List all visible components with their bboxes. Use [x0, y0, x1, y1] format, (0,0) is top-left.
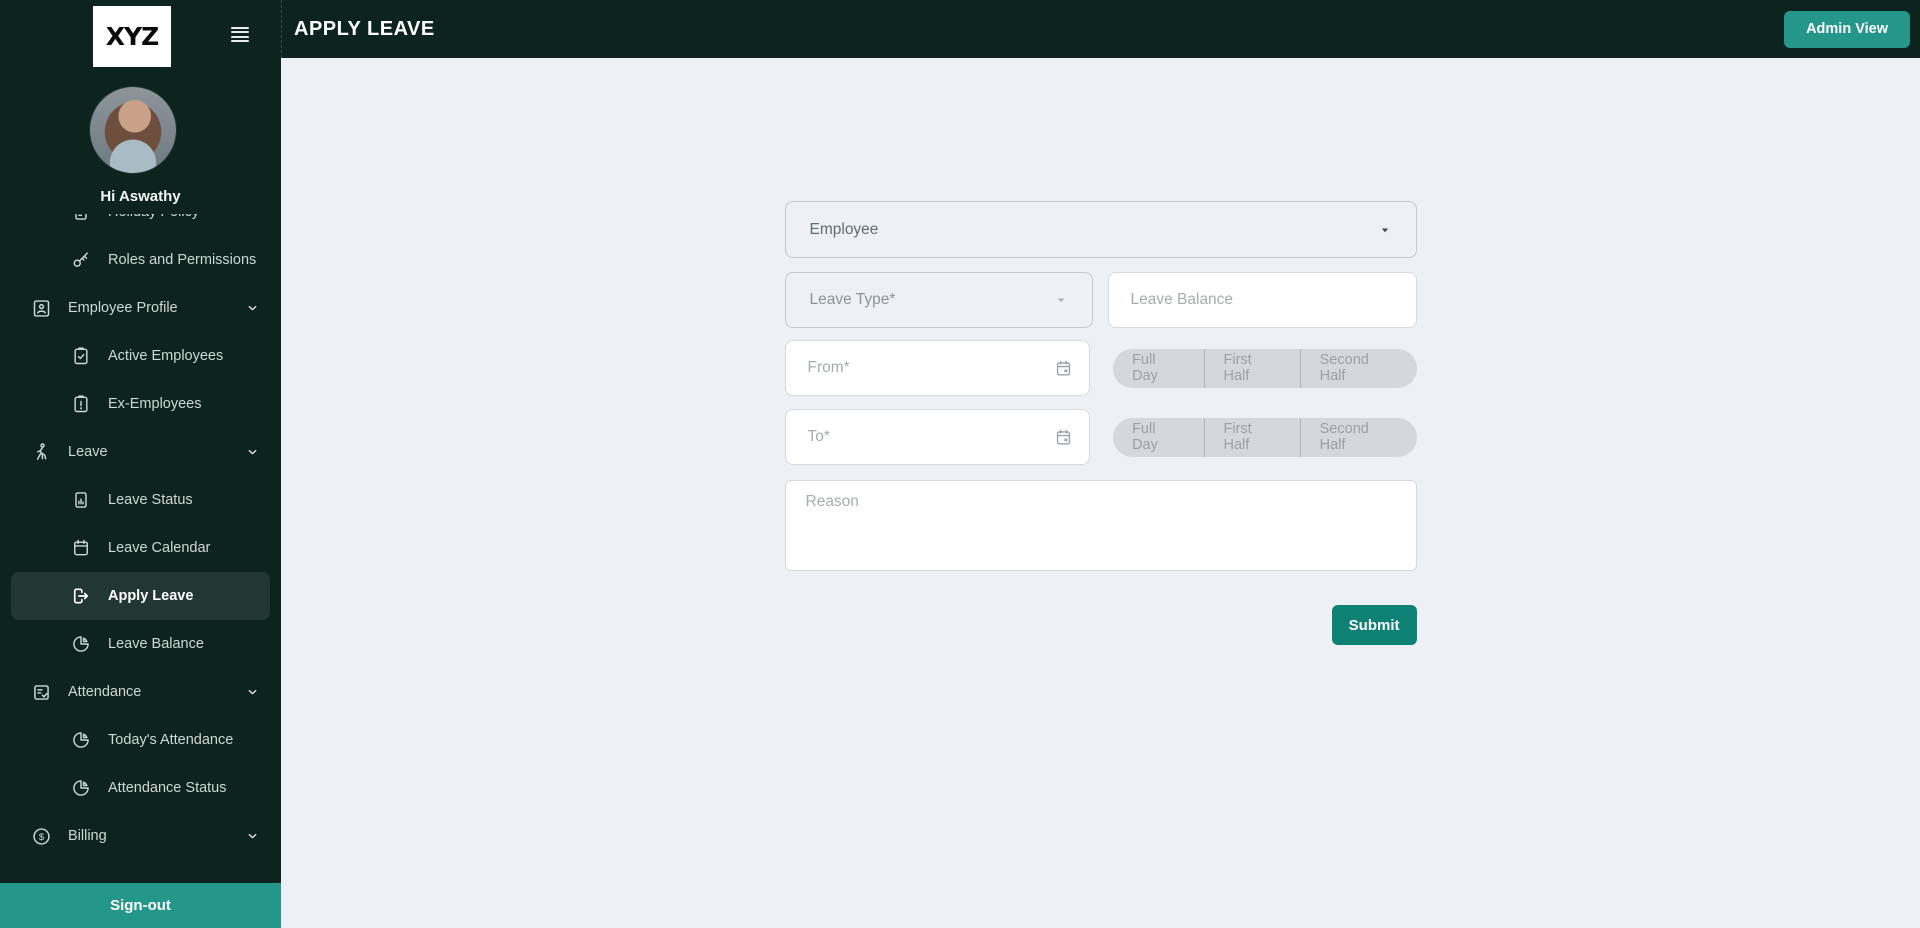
to-second-half-option[interactable]: Second Half: [1301, 418, 1417, 457]
user-greeting: Hi Aswathy: [100, 188, 181, 205]
to-date-input[interactable]: [807, 410, 1055, 464]
sidebar-item-leave-balance[interactable]: Leave Balance: [0, 620, 281, 668]
dollar-circle-icon: $: [30, 825, 52, 847]
svg-text:$: $: [38, 832, 44, 843]
chevron-down-icon[interactable]: [246, 302, 259, 315]
chevron-down-icon: [1054, 293, 1068, 307]
sidebar-item-label: Leave: [68, 444, 108, 460]
sidebar-item-leave[interactable]: Leave: [0, 428, 281, 476]
employee-select-label: Employee: [809, 220, 879, 238]
checklist-icon: [30, 681, 52, 703]
key-icon: [70, 249, 92, 271]
leave-balance-input[interactable]: [1130, 273, 1394, 327]
sidebar-item-label: Roles and Permissions: [108, 252, 257, 268]
from-second-half-option[interactable]: Second Half: [1301, 349, 1417, 388]
sidebar-item-roles-and-permissions[interactable]: Roles and Permissions: [0, 236, 281, 284]
sidebar-item-label: Employee Profile: [68, 300, 178, 316]
from-first-half-option[interactable]: First Half: [1204, 349, 1299, 388]
sidebar-item-apply-leave[interactable]: Apply Leave: [11, 572, 270, 620]
pie-chart-icon: [70, 729, 92, 751]
sidebar-item-label: Billing: [68, 828, 107, 844]
clipboard-alert-icon: [70, 393, 92, 415]
content-area: Employee Leave Type* Leave Balance From*…: [281, 58, 1920, 928]
sidebar-item-active-employees[interactable]: Active Employees: [0, 332, 281, 380]
pie-chart-icon: [70, 633, 92, 655]
app-window: XYZ Hi Aswathy Holiday Policy Roles and …: [0, 0, 1920, 928]
sidebar-item-label: Leave Calendar: [108, 540, 211, 556]
sidebar-item-label: Today's Attendance: [108, 732, 234, 748]
calendar-icon[interactable]: [1054, 428, 1073, 447]
sidebar-item-attendance-status[interactable]: Attendance Status: [0, 764, 281, 812]
sidebar-item-leave-calendar[interactable]: Leave Calendar: [0, 524, 281, 572]
to-day-segment-control: Full Day First Half Second Half: [1113, 417, 1417, 457]
chevron-down-icon[interactable]: [246, 686, 259, 699]
from-date-input[interactable]: [807, 341, 1055, 395]
calendar-icon[interactable]: [1054, 359, 1073, 378]
pie-chart-icon: [70, 777, 92, 799]
to-date-field[interactable]: [784, 409, 1091, 465]
logout-arrow-icon: [70, 585, 92, 607]
menu-icon[interactable]: [231, 27, 249, 42]
company-logo: XYZ: [93, 6, 171, 67]
sidebar-item-label: Holiday Policy: [108, 214, 199, 220]
from-full-day-option[interactable]: Full Day: [1113, 349, 1203, 388]
sidebar-item-label: Active Employees: [108, 348, 224, 364]
avatar: [90, 87, 176, 173]
reason-input[interactable]: [805, 493, 1396, 558]
chevron-down-icon[interactable]: [246, 446, 259, 459]
document-chart-icon: [70, 489, 92, 511]
policy-icon: [70, 214, 92, 223]
clipboard-check-icon: [70, 345, 92, 367]
sidebar-item-leave-status[interactable]: Leave Status: [0, 476, 281, 524]
from-date-field[interactable]: [784, 340, 1091, 396]
sidebar-item-label: Attendance: [68, 684, 142, 700]
id-card-icon: [30, 297, 52, 319]
chevron-down-icon[interactable]: [246, 830, 259, 843]
sidebar-item-label: Attendance Status: [108, 780, 227, 796]
sidebar: XYZ Hi Aswathy Holiday Policy Roles and …: [0, 0, 281, 928]
sidebar-item-todays-attendance[interactable]: Today's Attendance: [0, 716, 281, 764]
sidebar-item-label: Leave Balance: [108, 636, 204, 652]
sidebar-item-attendance[interactable]: Attendance: [0, 668, 281, 716]
sidebar-item-billing[interactable]: $ Billing: [0, 812, 281, 860]
company-logo-text: XYZ: [105, 22, 160, 51]
apply-leave-form: Employee Leave Type* Leave Balance From*…: [784, 201, 1417, 645]
reason-field[interactable]: [784, 480, 1417, 571]
sign-out-button[interactable]: Sign-out: [0, 883, 281, 928]
leave-balance-field[interactable]: [1107, 272, 1417, 328]
sidebar-item-employee-profile[interactable]: Employee Profile: [0, 284, 281, 332]
sidebar-nav: Holiday Policy Roles and Permissions Emp…: [0, 214, 281, 883]
from-day-segment-control: Full Day First Half Second Half: [1113, 348, 1417, 388]
sidebar-item-label: Leave Status: [108, 492, 193, 508]
employee-select[interactable]: Employee: [784, 201, 1417, 258]
to-full-day-option[interactable]: Full Day: [1113, 418, 1203, 457]
main-area: APPLY LEAVE Admin View Employee Leave Ty…: [281, 0, 1920, 928]
submit-button[interactable]: Submit: [1331, 605, 1417, 645]
top-header: APPLY LEAVE Admin View: [281, 0, 1920, 58]
sidebar-item-ex-employees[interactable]: Ex-Employees: [0, 380, 281, 428]
leave-type-select[interactable]: Leave Type*: [784, 272, 1093, 328]
page-title: APPLY LEAVE: [294, 17, 435, 40]
sidebar-item-label: Apply Leave: [108, 588, 194, 604]
walking-person-icon: [30, 441, 52, 463]
leave-type-select-label: Leave Type*: [809, 291, 896, 308]
sidebar-item-holiday-policy[interactable]: Holiday Policy: [0, 214, 281, 236]
sidebar-item-label: Ex-Employees: [108, 396, 202, 412]
admin-view-button[interactable]: Admin View: [1784, 10, 1910, 48]
to-first-half-option[interactable]: First Half: [1204, 418, 1299, 457]
chevron-down-icon: [1378, 223, 1392, 237]
calendar-icon: [70, 537, 92, 559]
